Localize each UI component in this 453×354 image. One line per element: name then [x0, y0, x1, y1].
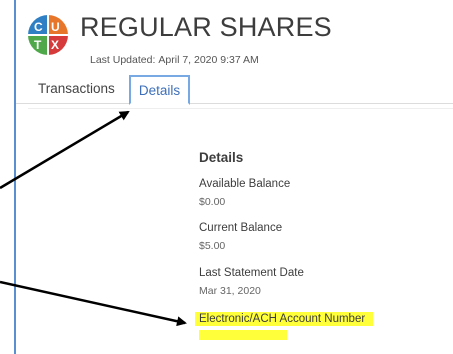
svg-text:X: X	[51, 38, 59, 52]
last-updated-value: April 7, 2020 9:37 AM	[158, 54, 259, 66]
available-balance-field: Available Balance $0.00	[199, 178, 290, 208]
current-balance-value: $5.00	[199, 240, 226, 252]
current-balance-field: Current Balance $5.00	[199, 222, 282, 252]
credit-union-logo: C U T X	[28, 15, 68, 55]
svg-text:T: T	[34, 38, 42, 52]
ach-account-number-label: Electronic/ACH Account Number	[195, 312, 374, 326]
last-statement-date-field: Last Statement Date Mar 31, 2020	[199, 267, 304, 297]
ach-account-number-field: Electronic/ACH Account Number	[195, 312, 374, 326]
svg-text:U: U	[51, 20, 60, 34]
available-balance-value: $0.00	[199, 196, 226, 208]
available-balance-label: Available Balance	[199, 178, 291, 190]
svg-text:C: C	[34, 20, 43, 34]
ach-account-number-redacted-value	[199, 330, 287, 340]
details-heading: Details	[199, 150, 244, 165]
page-title: REGULAR SHARES	[80, 12, 332, 42]
left-border-rule	[14, 0, 16, 354]
tab-details[interactable]: Details	[129, 75, 190, 105]
tab-transactions[interactable]: Transactions	[38, 75, 115, 104]
last-statement-date-label: Last Statement Date	[199, 267, 304, 279]
last-statement-date-value: Mar 31, 2020	[199, 285, 261, 297]
last-updated-label: Last Updated:	[90, 54, 156, 66]
panel-divider	[28, 108, 453, 109]
arrow-to-details-tab	[0, 110, 130, 190]
arrow-to-ach-account-number	[0, 280, 187, 327]
current-balance-label: Current Balance	[199, 222, 283, 234]
last-updated: Last Updated: April 7, 2020 9:37 AM	[90, 54, 262, 66]
account-tabs: Transactions Details	[16, 75, 453, 105]
details-panel: Details Available Balance $0.00 Current …	[195, 150, 453, 340]
